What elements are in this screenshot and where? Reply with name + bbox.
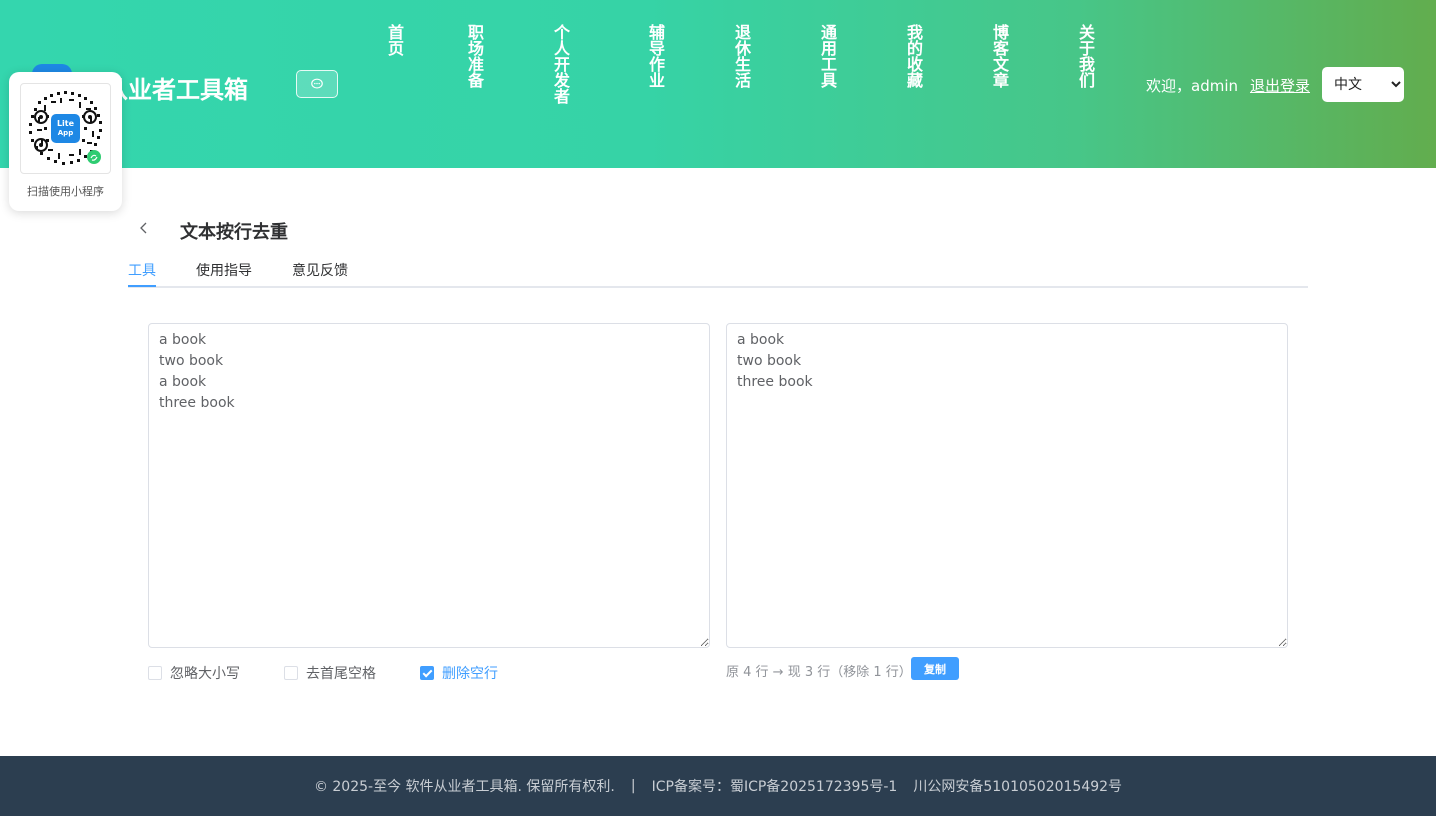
option-remove-empty[interactable]: 删除空行 <box>420 663 498 683</box>
top-header: 件从业者工具箱 首页 职场准备 个人开发者 辅导作业 退休生活 通用工具 我的收… <box>0 0 1436 168</box>
nav-general-tools[interactable]: 通用工具 <box>815 24 839 88</box>
nav-favorites[interactable]: 我的收藏 <box>901 24 925 88</box>
qr-card: Lite App 扫描使用小程序 <box>9 72 122 211</box>
welcome-text: 欢迎，admin <box>1146 77 1238 95</box>
checkbox-trim-spaces[interactable] <box>284 666 298 680</box>
qr-code: Lite App <box>20 83 111 174</box>
nav-indie-dev[interactable]: 个人开发者 <box>548 24 572 104</box>
chat-icon <box>311 78 323 89</box>
footer-separator: | <box>630 778 636 794</box>
tab-tool[interactable]: 工具 <box>128 260 156 280</box>
logout-link[interactable]: 退出登录 <box>1250 75 1310 96</box>
footer-police-link[interactable]: 川公网安备51010502015492号 <box>913 776 1122 796</box>
footer-icp-link[interactable]: ICP备案号：蜀ICP备2025172395号-1 <box>652 776 898 796</box>
qr-label: 扫描使用小程序 <box>27 185 104 198</box>
option-ignore-case-label: 忽略大小写 <box>170 666 240 682</box>
qr-logo-text-1: Lite <box>57 119 75 128</box>
copy-button[interactable]: 复制 <box>911 657 959 680</box>
chat-button[interactable] <box>296 70 338 98</box>
option-trim-spaces[interactable]: 去首尾空格 <box>284 663 376 683</box>
nav-homework[interactable]: 辅导作业 <box>643 24 667 88</box>
option-remove-empty-label: 删除空行 <box>442 666 498 682</box>
nav-retirement[interactable]: 退休生活 <box>729 24 753 88</box>
footer-copyright: © 2025-至今 软件从业者工具箱. 保留所有权利. <box>313 779 615 795</box>
checkbox-ignore-case[interactable] <box>148 666 162 680</box>
tab-feedback[interactable]: 意见反馈 <box>292 260 348 280</box>
line-stats: 原 4 行 → 现 3 行（移除 1 行） <box>726 665 912 680</box>
checkbox-remove-empty[interactable] <box>420 666 434 680</box>
qr-logo-text-2: App <box>58 129 73 137</box>
page-title: 文本按行去重 <box>180 222 288 243</box>
nav-about[interactable]: 关于我们 <box>1073 24 1097 88</box>
tab-guide[interactable]: 使用指导 <box>196 260 252 280</box>
footer: © 2025-至今 软件从业者工具箱. 保留所有权利. | ICP备案号：蜀IC… <box>0 756 1436 816</box>
tab-bar: 工具 使用指导 意见反馈 <box>128 258 1308 288</box>
option-ignore-case[interactable]: 忽略大小写 <box>148 663 240 683</box>
nav-career-prep[interactable]: 职场准备 <box>462 24 486 88</box>
option-trim-spaces-label: 去首尾空格 <box>306 666 376 682</box>
qr-code-icon: Lite App <box>25 88 106 169</box>
back-button[interactable] <box>134 218 154 238</box>
nav-home[interactable]: 首页 <box>382 24 406 56</box>
tab-active-indicator <box>128 285 156 287</box>
nav-blog[interactable]: 博客文章 <box>987 24 1011 88</box>
language-select[interactable]: 中文 <box>1322 67 1404 102</box>
chevron-left-icon <box>140 222 147 234</box>
input-textarea[interactable]: a book two book a book three book <box>148 323 710 648</box>
output-textarea[interactable]: a book two book three book <box>726 323 1288 648</box>
